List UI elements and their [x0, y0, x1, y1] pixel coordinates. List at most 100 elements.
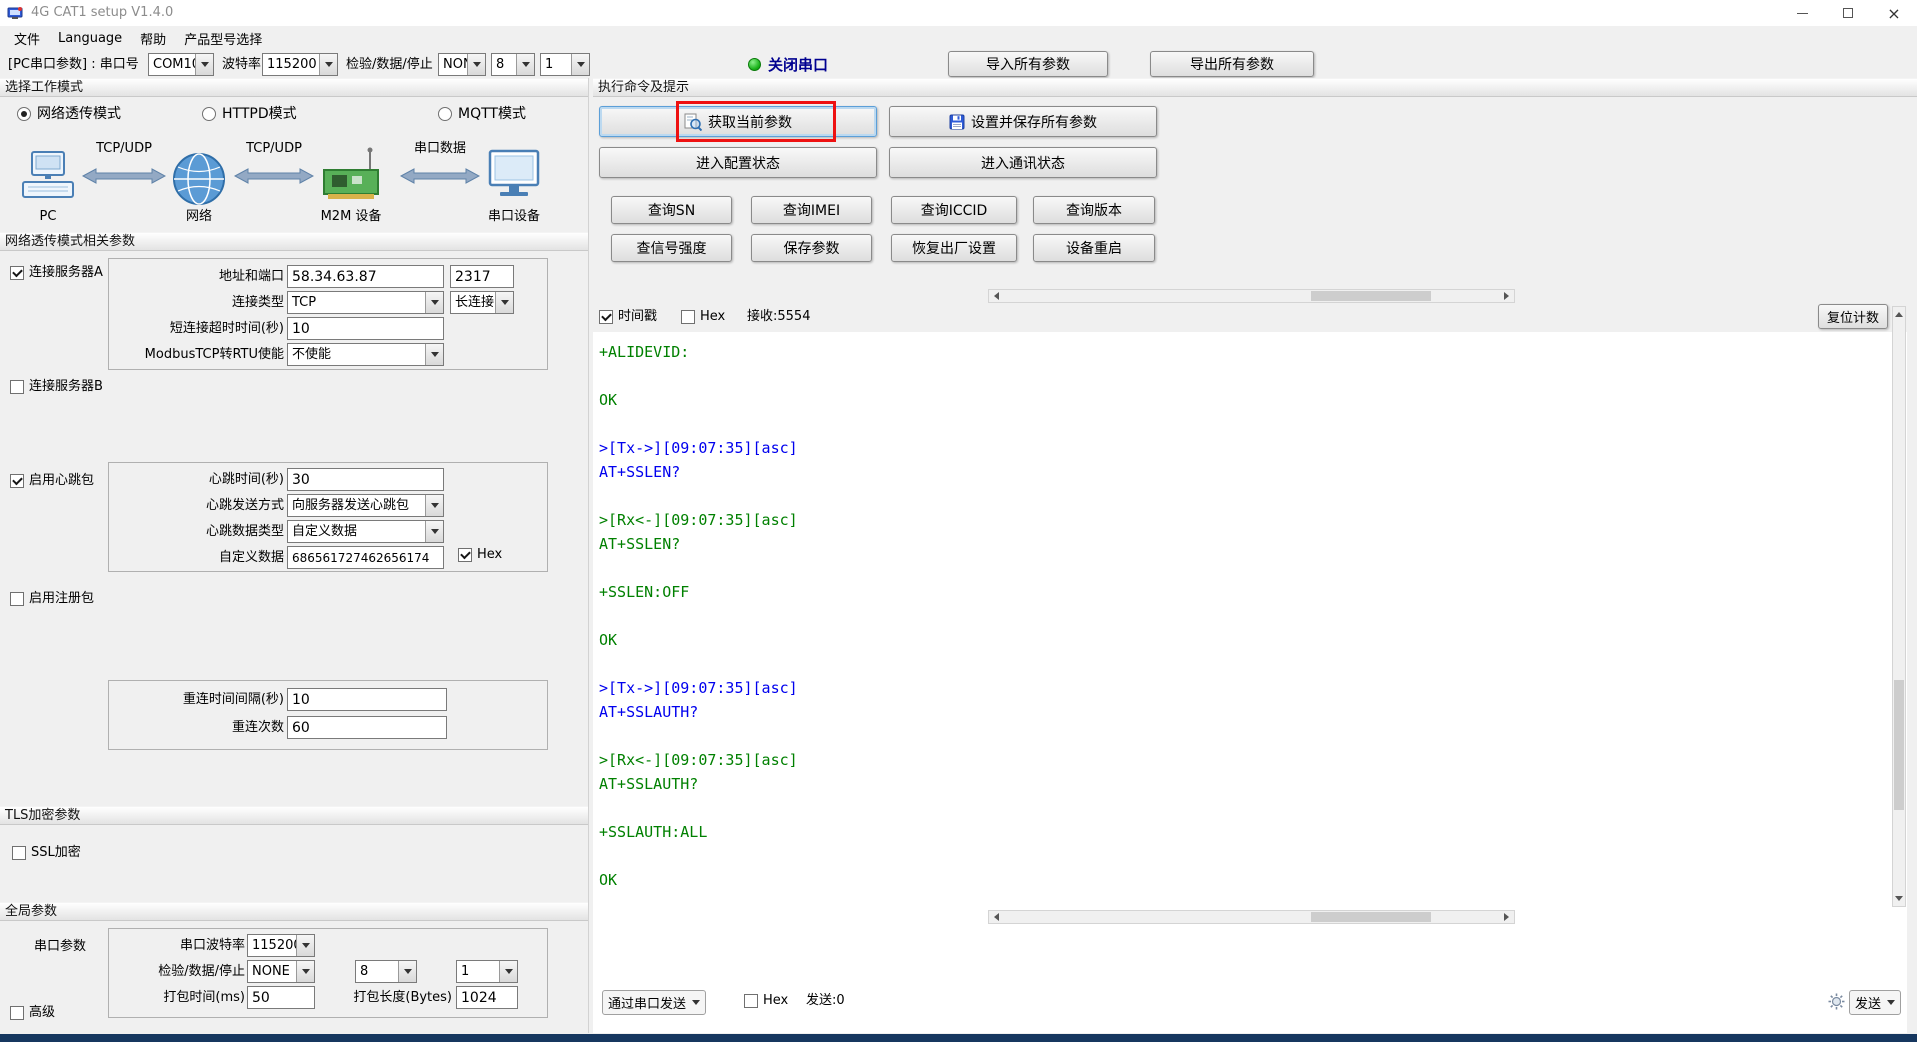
chevron-down-icon[interactable]	[425, 344, 443, 365]
send-via-serial-button[interactable]: 通过串口发送	[602, 990, 706, 1015]
advanced-checkbox[interactable]	[10, 1006, 24, 1020]
register-checkbox[interactable]	[10, 592, 24, 606]
menu-item-product-model[interactable]: 产品型号选择	[176, 27, 270, 50]
menu-item-file[interactable]: 文件	[6, 27, 48, 50]
chevron-down-icon[interactable]	[425, 495, 443, 516]
set-save-params-button[interactable]: 设置并保存所有参数	[889, 106, 1157, 137]
databits-combo[interactable]: 8	[491, 53, 535, 76]
query-sn-button[interactable]: 查询SN	[611, 196, 732, 224]
log-area[interactable]: +ALIDEVID: OK >[Tx->][09:07:35][asc]AT+S…	[593, 332, 1889, 906]
scroll-thumb[interactable]	[1311, 912, 1431, 922]
maximize-button[interactable]	[1825, 0, 1871, 26]
chevron-down-icon[interactable]	[499, 961, 517, 982]
server-a-label[interactable]: 连接服务器A	[29, 264, 103, 282]
scroll-thumb[interactable]	[1894, 680, 1904, 810]
serial-stopbits-combo[interactable]: 1	[456, 960, 518, 983]
server-a-port-input[interactable]	[450, 265, 514, 288]
scroll-left-icon[interactable]	[989, 290, 1004, 302]
scroll-up-icon[interactable]	[1893, 307, 1905, 322]
chevron-down-icon[interactable]	[195, 54, 213, 75]
short-timeout-input[interactable]	[287, 317, 444, 340]
conn-mode-combo[interactable]: 长连接	[450, 291, 514, 314]
send-hex-label[interactable]: Hex	[763, 992, 788, 1010]
radio-net-transparent-label[interactable]: 网络透传模式	[37, 105, 121, 123]
query-iccid-button[interactable]: 查询ICCID	[891, 196, 1017, 224]
server-b-label[interactable]: 连接服务器B	[29, 378, 103, 396]
heartbeat-hex-label[interactable]: Hex	[477, 546, 502, 564]
heartbeat-mode-combo[interactable]: 向服务器发送心跳包	[287, 494, 444, 517]
log-vscrollbar[interactable]	[1892, 306, 1906, 907]
get-params-button[interactable]: 获取当前参数	[599, 106, 877, 137]
register-label[interactable]: 启用注册包	[29, 590, 94, 608]
scroll-right-icon[interactable]	[1499, 290, 1514, 302]
query-imei-button[interactable]: 查询IMEI	[751, 196, 872, 224]
import-params-button[interactable]: 导入所有参数	[948, 51, 1108, 77]
serial-parity-combo[interactable]: NONE	[247, 960, 315, 983]
modbus-combo[interactable]: 不使能	[287, 343, 444, 366]
serial-databits-combo[interactable]: 8	[355, 960, 417, 983]
log-hscrollbar-bottom[interactable]	[988, 910, 1515, 924]
parity-combo[interactable]: NONE	[438, 53, 486, 76]
close-button[interactable]: ×	[1871, 0, 1917, 26]
timestamp-label[interactable]: 时间戳	[618, 308, 657, 326]
factory-reset-button[interactable]: 恢复出厂设置	[891, 234, 1017, 262]
chevron-down-icon[interactable]	[398, 961, 416, 982]
pack-len-input[interactable]	[456, 986, 518, 1009]
scroll-right-icon[interactable]	[1499, 911, 1514, 923]
timestamp-checkbox[interactable]	[599, 310, 613, 324]
heartbeat-time-input[interactable]	[287, 468, 444, 491]
log-hscrollbar-top[interactable]	[988, 289, 1515, 303]
reconnect-count-input[interactable]	[287, 716, 447, 739]
radio-httpd-label[interactable]: HTTPD模式	[222, 105, 297, 123]
chevron-down-icon[interactable]	[425, 521, 443, 542]
save-params-button[interactable]: 保存参数	[751, 234, 872, 262]
advanced-label[interactable]: 高级	[29, 1004, 55, 1022]
scroll-track[interactable]	[1004, 290, 1499, 302]
heartbeat-type-combo[interactable]: 自定义数据	[287, 520, 444, 543]
chevron-down-icon[interactable]	[296, 935, 314, 956]
heartbeat-hex-checkbox[interactable]	[458, 548, 472, 562]
chevron-down-icon[interactable]	[425, 292, 443, 313]
chevron-down-icon[interactable]	[296, 961, 314, 982]
chevron-down-icon[interactable]	[516, 54, 534, 75]
conn-type-combo[interactable]: TCP	[287, 291, 444, 314]
radio-net-transparent-mode[interactable]	[17, 107, 31, 121]
send-button[interactable]: 发送	[1849, 990, 1901, 1015]
radio-httpd-mode[interactable]	[202, 107, 216, 121]
baud-combo[interactable]: 115200	[262, 53, 338, 76]
reset-count-button[interactable]: 复位计数	[1818, 304, 1888, 329]
radio-mqtt-mode[interactable]	[438, 107, 452, 121]
serial-baud-combo[interactable]: 115200	[247, 934, 315, 957]
scroll-track[interactable]	[1893, 322, 1905, 891]
server-b-checkbox[interactable]	[10, 380, 24, 394]
reboot-button[interactable]: 设备重启	[1033, 234, 1155, 262]
custom-data-input[interactable]	[287, 546, 444, 569]
minimize-button[interactable]	[1779, 0, 1825, 26]
server-a-checkbox[interactable]	[10, 266, 24, 280]
log-hex-checkbox[interactable]	[681, 310, 695, 324]
enter-config-button[interactable]: 进入配置状态	[599, 147, 877, 178]
pack-time-input[interactable]	[247, 986, 315, 1009]
server-a-address-input[interactable]	[287, 265, 444, 288]
chevron-down-icon[interactable]	[319, 54, 337, 75]
heartbeat-label[interactable]: 启用心跳包	[29, 472, 94, 490]
export-params-button[interactable]: 导出所有参数	[1150, 51, 1314, 77]
stopbits-combo[interactable]: 1	[540, 53, 590, 76]
radio-mqtt-label[interactable]: MQTT模式	[458, 105, 526, 123]
scroll-down-icon[interactable]	[1893, 891, 1905, 906]
log-hex-label[interactable]: Hex	[700, 308, 725, 326]
scroll-left-icon[interactable]	[989, 911, 1004, 923]
send-hex-checkbox[interactable]	[744, 994, 758, 1008]
chevron-down-icon[interactable]	[467, 54, 485, 75]
chevron-down-icon[interactable]	[495, 292, 513, 313]
enter-comm-button[interactable]: 进入通讯状态	[889, 147, 1157, 178]
query-version-button[interactable]: 查询版本	[1033, 196, 1155, 224]
menu-item-language[interactable]: Language	[50, 29, 130, 48]
chevron-down-icon[interactable]	[571, 54, 589, 75]
scroll-thumb[interactable]	[1311, 291, 1431, 301]
menu-item-help[interactable]: 帮助	[132, 27, 174, 50]
ssl-label[interactable]: SSL加密	[31, 844, 81, 862]
com-port-combo[interactable]: COM10	[148, 53, 214, 76]
ssl-checkbox[interactable]	[12, 846, 26, 860]
scroll-track[interactable]	[1004, 911, 1499, 923]
